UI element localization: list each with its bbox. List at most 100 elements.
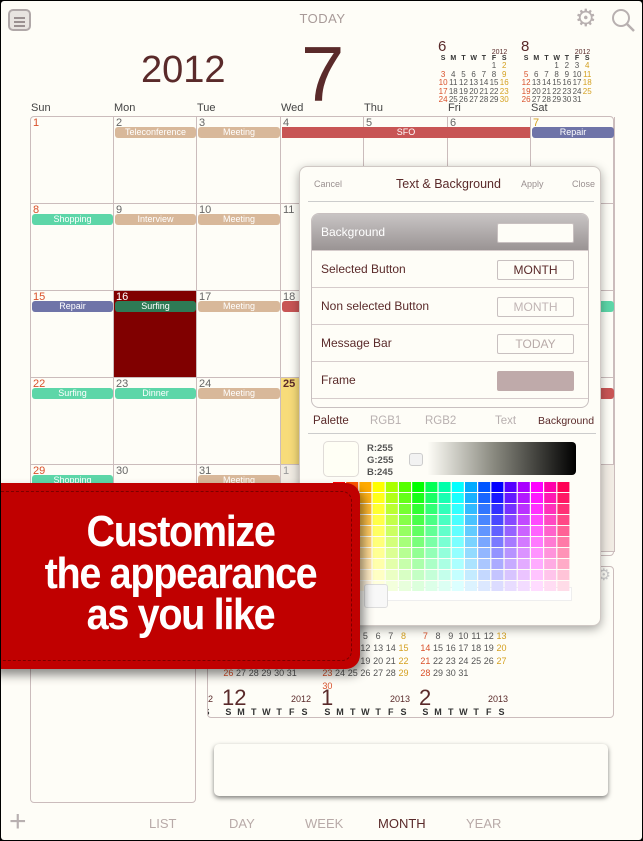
palette-swatch[interactable] <box>451 559 464 569</box>
palette-swatch[interactable] <box>531 504 543 514</box>
palette-swatch[interactable] <box>359 526 372 536</box>
palette-swatch[interactable] <box>531 493 543 503</box>
palette-swatch[interactable] <box>491 559 504 569</box>
palette-swatch[interactable] <box>517 504 530 514</box>
palette-swatch[interactable] <box>385 482 398 492</box>
palette-swatch[interactable] <box>531 570 543 580</box>
palette-swatch[interactable] <box>438 504 451 514</box>
event-bar[interactable]: Teleconference <box>115 127 196 138</box>
palette-swatch[interactable] <box>531 526 543 536</box>
palette-swatch[interactable] <box>372 504 385 514</box>
palette-swatch[interactable] <box>517 493 530 503</box>
popup-row[interactable]: Message Bar TODAY <box>312 325 588 362</box>
event-bar[interactable]: Repair <box>32 301 113 312</box>
palette-swatch[interactable] <box>544 482 557 492</box>
palette-swatch[interactable] <box>451 526 464 536</box>
palette-swatch[interactable] <box>504 493 517 503</box>
mini-calendar-11[interactable]: 112012SMTWTFS12345678910 <box>208 688 213 717</box>
palette-swatch[interactable] <box>451 548 464 558</box>
palette-swatch[interactable] <box>531 581 543 591</box>
palette-swatch[interactable] <box>557 482 570 492</box>
event-bar[interactable]: Interview <box>115 214 196 225</box>
palette-swatch[interactable] <box>491 537 504 547</box>
palette-swatch[interactable] <box>557 570 570 580</box>
popup-row[interactable]: Non selected Button MONTH <box>312 288 588 325</box>
today-button[interactable]: TODAY <box>1 11 642 26</box>
event-bar[interactable]: Meeting <box>198 214 280 225</box>
palette-swatch[interactable] <box>425 559 438 569</box>
palette-swatch[interactable] <box>544 504 557 514</box>
palette-swatch[interactable] <box>478 548 491 558</box>
palette-swatch[interactable] <box>412 581 425 591</box>
cancel-button[interactable]: Cancel <box>314 179 342 189</box>
palette-swatch[interactable] <box>504 526 517 536</box>
palette-swatch[interactable] <box>531 515 543 525</box>
palette-swatch[interactable] <box>372 548 385 558</box>
palette-swatch[interactable] <box>359 537 372 547</box>
palette-swatch[interactable] <box>359 504 372 514</box>
palette-swatch[interactable] <box>372 570 385 580</box>
palette-swatch[interactable] <box>412 537 425 547</box>
add-icon[interactable]: + <box>9 807 27 837</box>
palette-swatch[interactable] <box>451 515 464 525</box>
palette-swatch[interactable] <box>359 559 372 569</box>
tab-rgb2[interactable]: RGB2 <box>425 415 456 427</box>
mini-calendar-2[interactable]: 22013SMTWTFS123456789 <box>419 687 508 717</box>
palette-swatch[interactable] <box>478 537 491 547</box>
palette-swatch[interactable] <box>557 504 570 514</box>
palette-swatch[interactable] <box>491 493 504 503</box>
palette-swatch[interactable] <box>531 548 543 558</box>
color-sample[interactable]: TODAY <box>497 334 574 354</box>
palette-swatch[interactable] <box>412 526 425 536</box>
palette-swatch[interactable] <box>544 570 557 580</box>
palette-swatch[interactable] <box>372 526 385 536</box>
popup-row[interactable]: Frame <box>312 362 588 399</box>
palette-swatch[interactable] <box>478 581 491 591</box>
event-bar[interactable]: Surfing <box>32 388 113 399</box>
close-button[interactable]: Close <box>572 179 595 189</box>
palette-swatch[interactable] <box>557 526 570 536</box>
palette-swatch[interactable] <box>544 537 557 547</box>
apply-button[interactable]: Apply <box>521 179 544 189</box>
palette-swatch[interactable] <box>451 537 464 547</box>
event-bar[interactable]: Meeting <box>198 301 280 312</box>
palette-swatch[interactable] <box>451 493 464 503</box>
palette-swatch[interactable] <box>412 570 425 580</box>
mini-calendar-8[interactable]: 82012SMTWTFS1234567891011121314151617181… <box>521 38 592 105</box>
palette-swatch[interactable] <box>399 526 411 536</box>
gear-icon[interactable]: ⚙ <box>575 7 597 31</box>
palette-swatch[interactable] <box>557 559 570 569</box>
search-icon[interactable] <box>610 7 636 33</box>
palette-swatch[interactable] <box>544 559 557 569</box>
brightness-slider[interactable] <box>411 442 576 475</box>
tab-month[interactable]: MONTH <box>378 816 426 831</box>
palette-swatch[interactable] <box>399 482 411 492</box>
palette-swatch[interactable] <box>465 526 477 536</box>
palette-swatch[interactable] <box>359 548 372 558</box>
palette-swatch[interactable] <box>438 482 451 492</box>
color-sample[interactable] <box>497 371 574 391</box>
palette-swatch[interactable] <box>531 537 543 547</box>
palette-swatch[interactable] <box>465 493 477 503</box>
palette-swatch[interactable] <box>385 504 398 514</box>
palette-swatch[interactable] <box>465 570 477 580</box>
palette-swatch[interactable] <box>399 559 411 569</box>
palette-swatch[interactable] <box>517 526 530 536</box>
palette-swatch[interactable] <box>517 482 530 492</box>
tab-palette[interactable]: Palette <box>313 415 349 427</box>
palette-swatch[interactable] <box>504 570 517 580</box>
palette-swatch[interactable] <box>504 581 517 591</box>
palette-swatch[interactable] <box>399 570 411 580</box>
palette-swatch[interactable] <box>425 515 438 525</box>
palette-swatch[interactable] <box>451 504 464 514</box>
mini-calendar-1[interactable]: 12013SMTWTFS123456789101112 <box>321 687 410 717</box>
color-sample[interactable]: MONTH <box>497 297 574 317</box>
palette-swatch[interactable] <box>465 482 477 492</box>
palette-swatch[interactable] <box>478 504 491 514</box>
palette-swatch[interactable] <box>465 515 477 525</box>
palette-swatch[interactable] <box>385 493 398 503</box>
color-sample[interactable]: MONTH <box>497 260 574 280</box>
palette-swatch[interactable] <box>385 526 398 536</box>
palette-swatch[interactable] <box>438 581 451 591</box>
palette-swatch[interactable] <box>438 526 451 536</box>
